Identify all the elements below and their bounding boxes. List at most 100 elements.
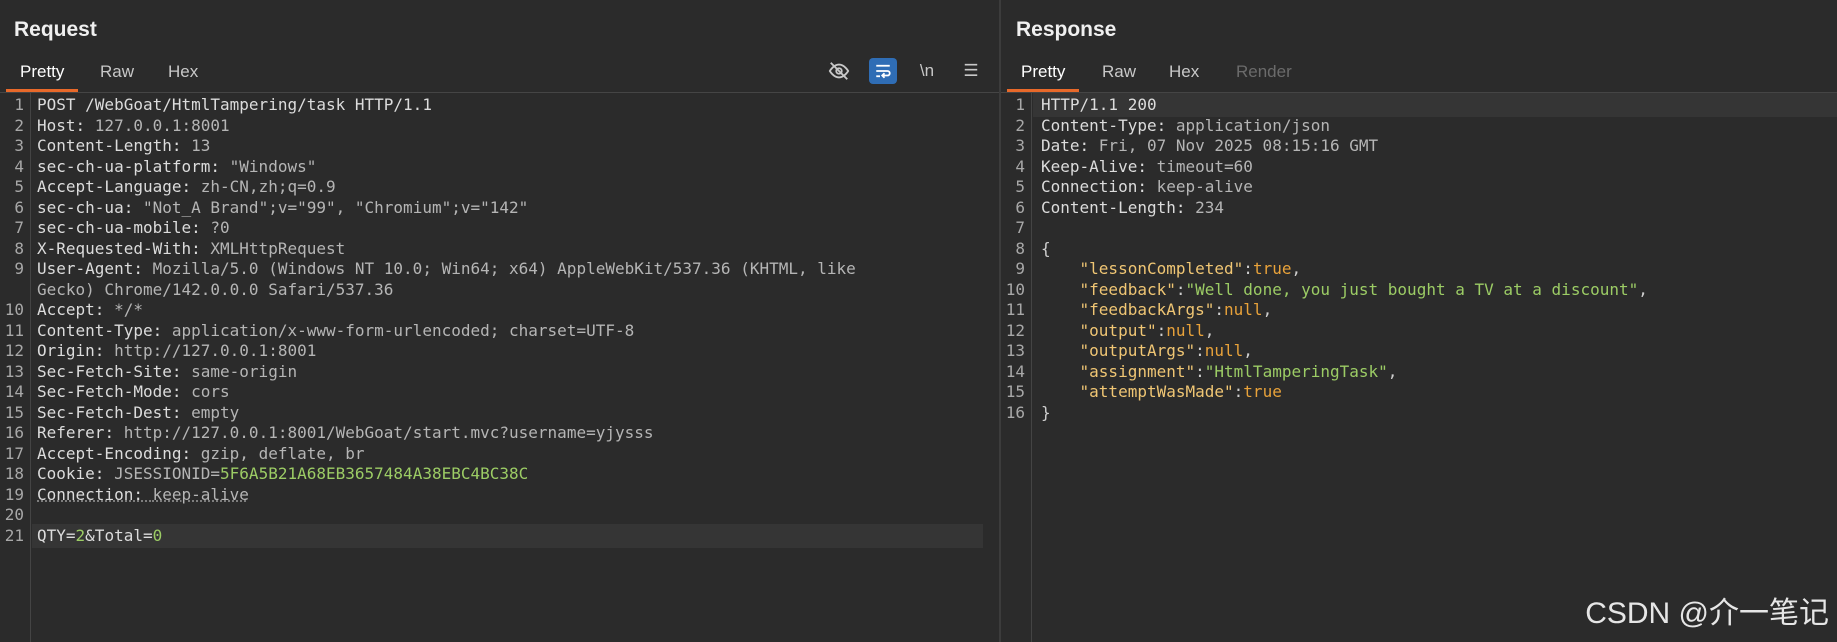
menu-icon[interactable]: ☰ (957, 58, 985, 84)
code-text: "lessonCompleted":true, (1041, 259, 1302, 278)
code-token: , (1243, 341, 1253, 360)
code-text: POST /WebGoat/HtmlTampering/task HTTP/1.… (37, 95, 432, 114)
code-line: 21 QTY=2&Total=0 (0, 523, 999, 548)
code-token: : (181, 177, 201, 196)
code-token: ?0 (210, 218, 230, 237)
code-token: null (1166, 320, 1205, 340)
newline-icon[interactable]: \n (913, 58, 941, 84)
request-toolbar: \n ☰ (825, 58, 985, 84)
code-token: : (1175, 279, 1186, 299)
code-token: Fri, 07 Nov 2025 08:15:16 GMT (1098, 136, 1379, 155)
code-token: : (171, 402, 192, 422)
code-token: "Well done, you just bought a TV at a di… (1185, 279, 1639, 299)
code-token: { (1041, 238, 1051, 258)
code-token: : (171, 136, 192, 155)
code-token: Referer (37, 423, 105, 442)
code-token: : (94, 464, 115, 483)
code-token: : (191, 238, 211, 258)
code-token: : (152, 320, 172, 340)
code-token: cors (191, 382, 230, 401)
code-text: Sec-Fetch-Dest: empty (37, 403, 239, 422)
code-text: HTTP/1.1 200 (1041, 95, 1157, 114)
eye-slash-icon[interactable] (825, 58, 853, 84)
request-pane: Request Pretty Raw Hex \n ☰ 1 POST /WebGo… (0, 0, 1001, 642)
code-token: : (1156, 320, 1167, 340)
response-tab-hex[interactable]: Hex (1169, 60, 1199, 92)
code-text: Keep-Alive: timeout=60 (1041, 157, 1253, 176)
response-tab-pretty[interactable]: Pretty (1006, 60, 1080, 92)
code-token: : (1156, 115, 1176, 135)
code-token: XMLHttpRequest (210, 238, 346, 258)
code-token: Content-Type (37, 320, 153, 340)
code-token: Keep-Alive (1041, 156, 1138, 176)
line-number: 16 (1005, 402, 1025, 422)
response-editor[interactable]: 1 HTTP/1.1 200 2 Content-Type: application/… (1001, 93, 1837, 642)
code-text: Gecko) Chrome/142.0.0.0 Safari/537.36 (37, 280, 393, 299)
code-token: User-Agent (37, 259, 134, 278)
code-text: "output":null, (1041, 320, 1215, 340)
code-token: Sec-Fetch-Mode (37, 382, 172, 401)
request-editor[interactable]: 1 POST /WebGoat/HtmlTampering/task HTTP/1… (0, 93, 999, 642)
code-token: : (1137, 156, 1157, 176)
code-text: Content-Type: application/x-www-form-url… (37, 321, 634, 340)
code-token: 2 (75, 525, 86, 545)
code-token: , (1291, 259, 1302, 278)
code-token: null (1204, 341, 1244, 360)
code-text: Cookie: JSESSIONID=5F6A5B21A68EB3657484A… (37, 464, 528, 483)
code-token: "feedback" (1041, 279, 1176, 299)
request-title: Request (14, 18, 97, 41)
code-token: sec-ch-ua-platform (37, 156, 211, 176)
code-token: "Not_A Brand";v="99", "Chromium";v="142" (142, 197, 529, 217)
code-text: Accept: */* (37, 300, 143, 319)
code-text: { (1041, 239, 1051, 258)
code-token: : (1137, 177, 1157, 196)
code-token: } (1041, 402, 1051, 422)
word-wrap-icon[interactable] (869, 58, 897, 84)
response-tab-render[interactable]: Render (1236, 60, 1292, 92)
code-token: : (1079, 136, 1099, 155)
code-token: null (1224, 300, 1263, 319)
code-token: "HtmlTamperingTask" (1204, 361, 1388, 381)
code-token: "attemptWasMade" (1041, 382, 1234, 401)
code-token: , (1387, 361, 1398, 381)
code-token: "outputArgs" (1041, 341, 1196, 360)
code-token: true (1243, 382, 1282, 401)
request-tab-raw[interactable]: Raw (100, 60, 134, 92)
code-token: Content-Length (1041, 197, 1176, 217)
request-tab-pretty[interactable]: Pretty (5, 60, 79, 92)
code-text: Sec-Fetch-Site: same-origin (37, 362, 297, 381)
code-token: , (1204, 320, 1215, 340)
code-text: QTY=2&Total=0 (37, 526, 162, 545)
code-token: keep-alive (1156, 177, 1253, 196)
code-token: Mozilla/5.0 (Windows NT 10.0; Win64; x64… (152, 259, 856, 278)
code-token: : (94, 300, 115, 319)
code-token: : (191, 218, 211, 237)
code-token: "lessonCompleted" (1041, 259, 1244, 278)
response-title: Response (1016, 18, 1117, 41)
code-text: User-Agent: Mozilla/5.0 (Windows NT 10.0… (37, 259, 856, 278)
code-token: : (104, 423, 124, 442)
code-token: Gecko) Chrome/142.0.0.0 Safari/537.36 (37, 279, 394, 299)
code-token: application/json (1175, 115, 1330, 135)
code-token: keep-alive (152, 484, 249, 504)
code-token: http://127.0.0.1:8001 (114, 341, 317, 360)
code-token: Date (1041, 136, 1080, 155)
code-text: sec-ch-ua: "Not_A Brand";v="99", "Chromi… (37, 198, 528, 217)
code-token: Connection (1041, 177, 1138, 196)
code-token: : (181, 443, 201, 463)
code-token: : (210, 156, 230, 176)
response-tab-raw[interactable]: Raw (1102, 60, 1136, 92)
code-token: JSESSIONID= (114, 464, 221, 483)
code-token: */* (114, 300, 143, 319)
code-token: 0 (152, 525, 163, 545)
code-text: "feedbackArgs":null, (1041, 300, 1273, 319)
code-token: zh-CN,zh;q=0.9 (200, 177, 336, 196)
code-text: "feedback":"Well done, you just bought a… (1041, 280, 1648, 299)
request-tab-hex[interactable]: Hex (168, 60, 198, 92)
code-token: : (1233, 382, 1244, 401)
code-token: Accept (37, 300, 95, 319)
code-token: : (94, 341, 115, 360)
code-token: , (1638, 279, 1648, 299)
code-token: Content-Length (37, 136, 172, 155)
code-text: Content-Length: 13 (37, 136, 210, 155)
